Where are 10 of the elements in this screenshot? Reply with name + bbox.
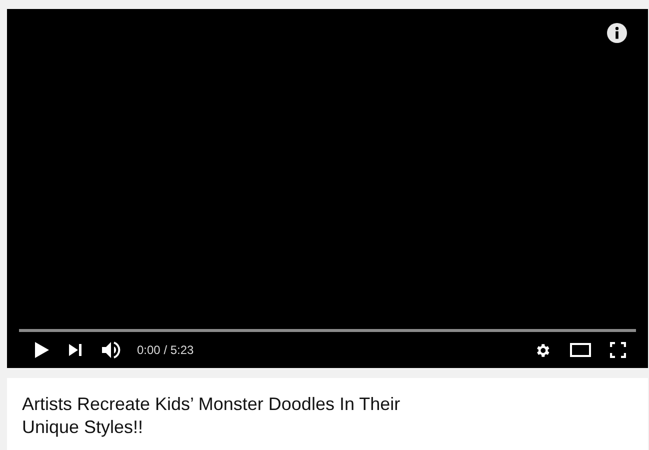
fullscreen-icon[interactable] xyxy=(610,342,626,358)
volume-icon[interactable] xyxy=(102,341,122,359)
next-icon[interactable] xyxy=(69,344,82,356)
video-title: Artists Recreate Kids’ Monster Doodles In Their Unique Styles!! xyxy=(22,393,402,439)
info-icon[interactable] xyxy=(607,23,627,43)
video-player[interactable]: 0:00 / 5:23 xyxy=(7,9,648,368)
settings-icon[interactable] xyxy=(534,342,551,358)
play-icon[interactable] xyxy=(35,342,49,358)
theater-mode-icon[interactable] xyxy=(570,343,591,357)
time-display: 0:00 / 5:23 xyxy=(137,343,194,357)
